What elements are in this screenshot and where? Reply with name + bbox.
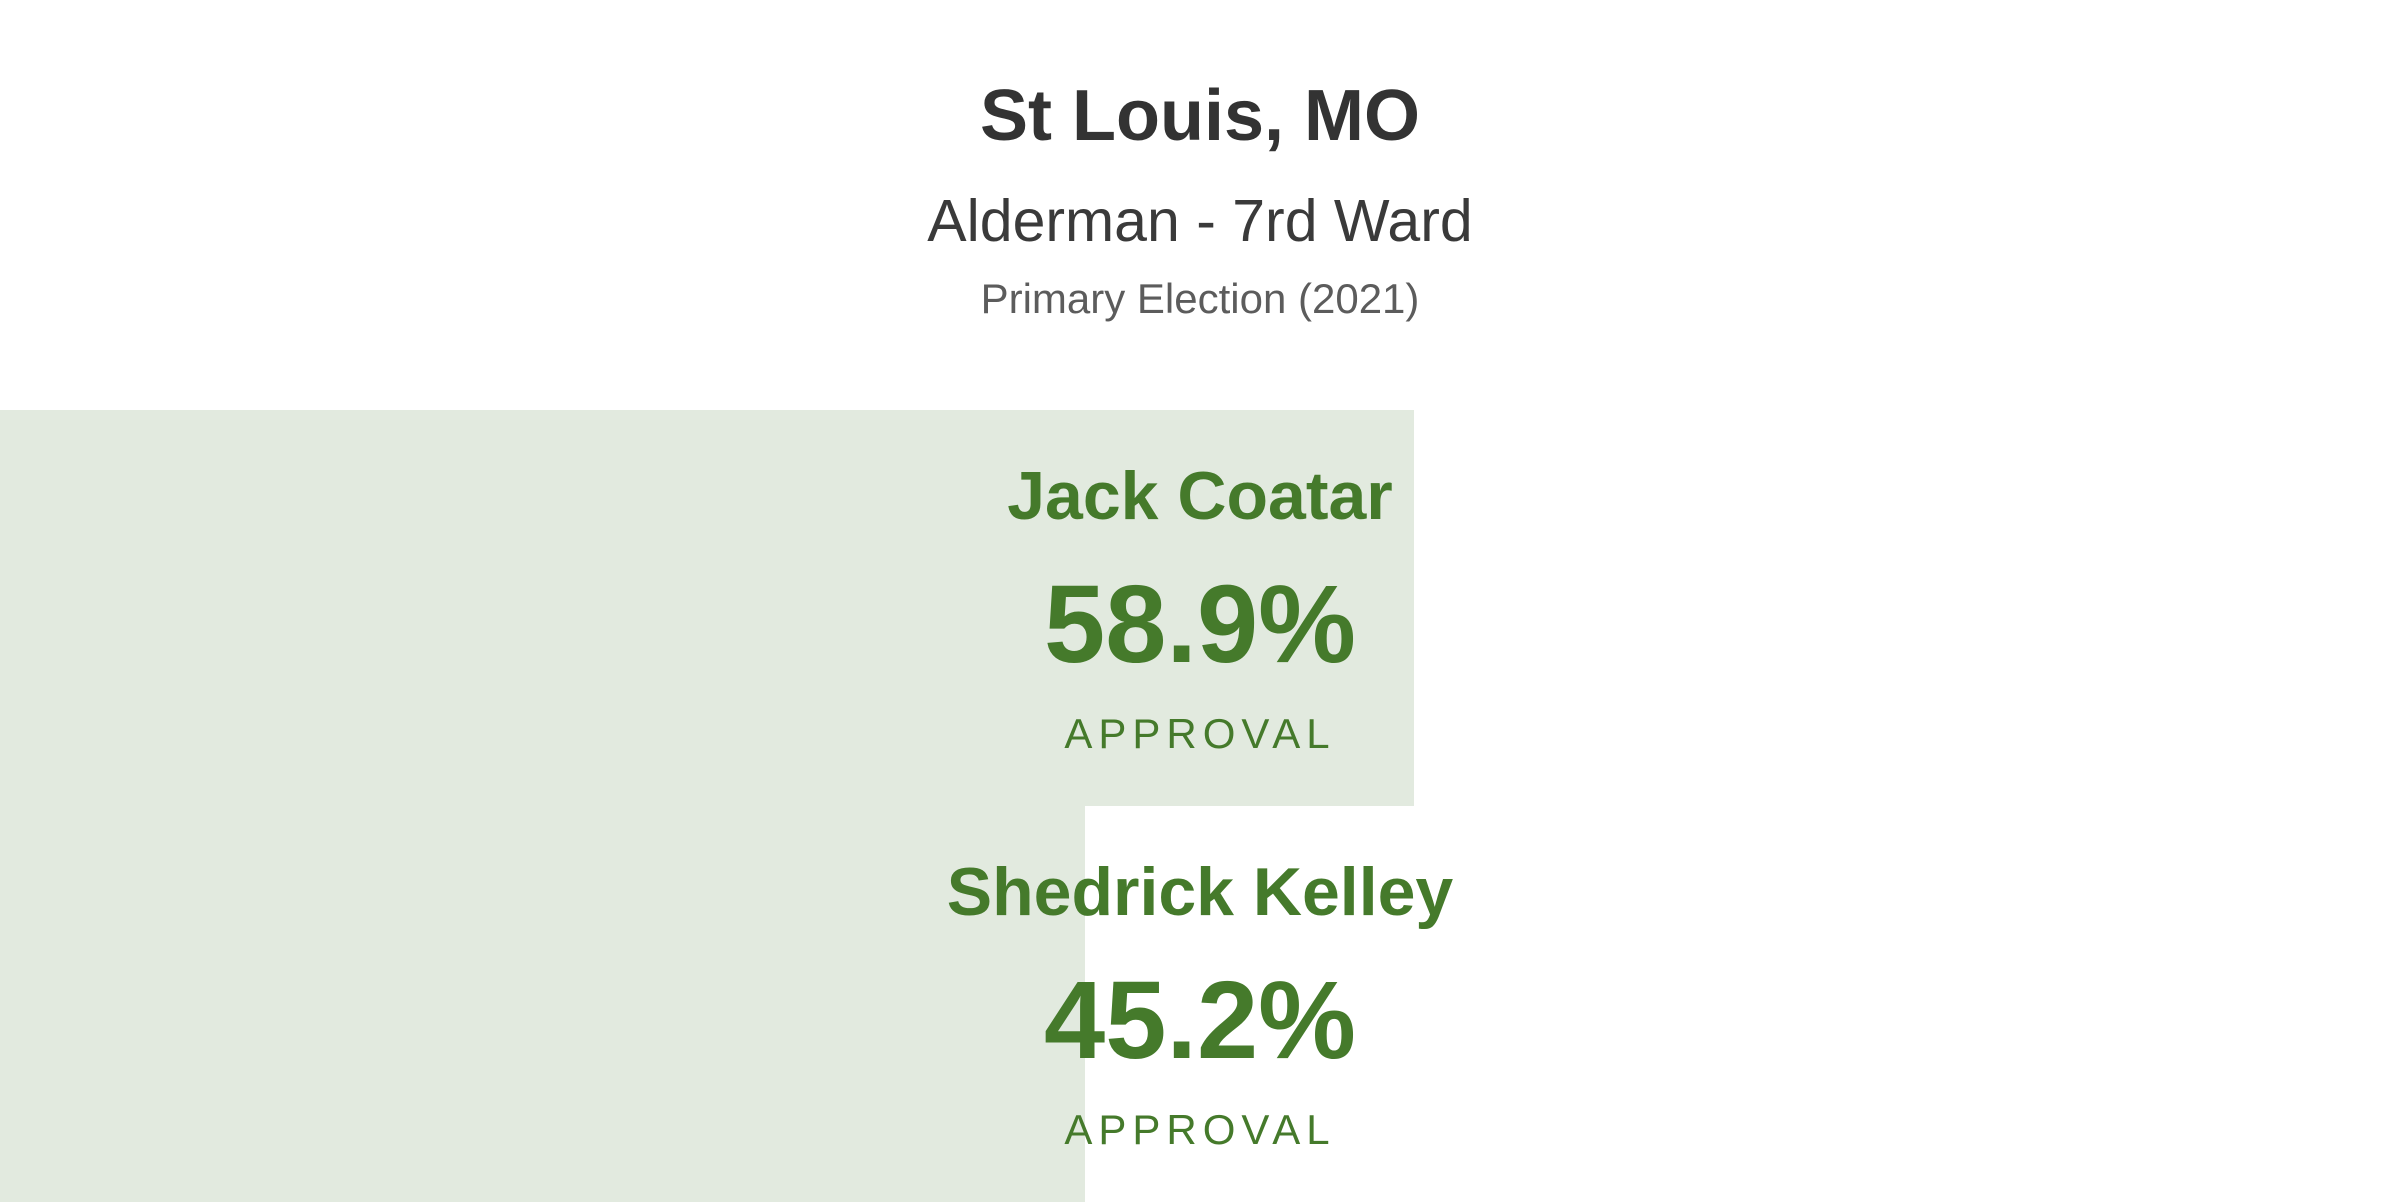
approval-label: APPROVAL [1064,710,1336,757]
candidate-approval-value: 45.2% [1044,959,1356,1082]
candidate-label-block: Shedrick Kelley 45.2% APPROVAL [0,806,2400,1202]
candidate-label-block: Jack Coatar 58.9% APPROVAL [0,410,2400,806]
chart-header: St Louis, MO Alderman - 7rd Ward Primary… [0,0,2400,410]
approval-label: APPROVAL [1064,1106,1336,1153]
candidate-name: Jack Coatar [1007,458,1393,534]
approval-bar-chart: Jack Coatar 58.9% APPROVAL Shedrick Kelley 4… [0,410,2400,1202]
candidate-name: Shedrick Kelley [946,854,1454,930]
candidate-row: Jack Coatar 58.9% APPROVAL [0,410,2400,806]
chart-subtitle: Alderman - 7rd Ward [927,188,1473,254]
chart-caption: Primary Election (2021) [980,275,1420,322]
candidate-row: Shedrick Kelley 45.2% APPROVAL [0,806,2400,1202]
chart-title: St Louis, MO [980,76,1420,156]
candidate-approval-value: 58.9% [1044,563,1356,686]
